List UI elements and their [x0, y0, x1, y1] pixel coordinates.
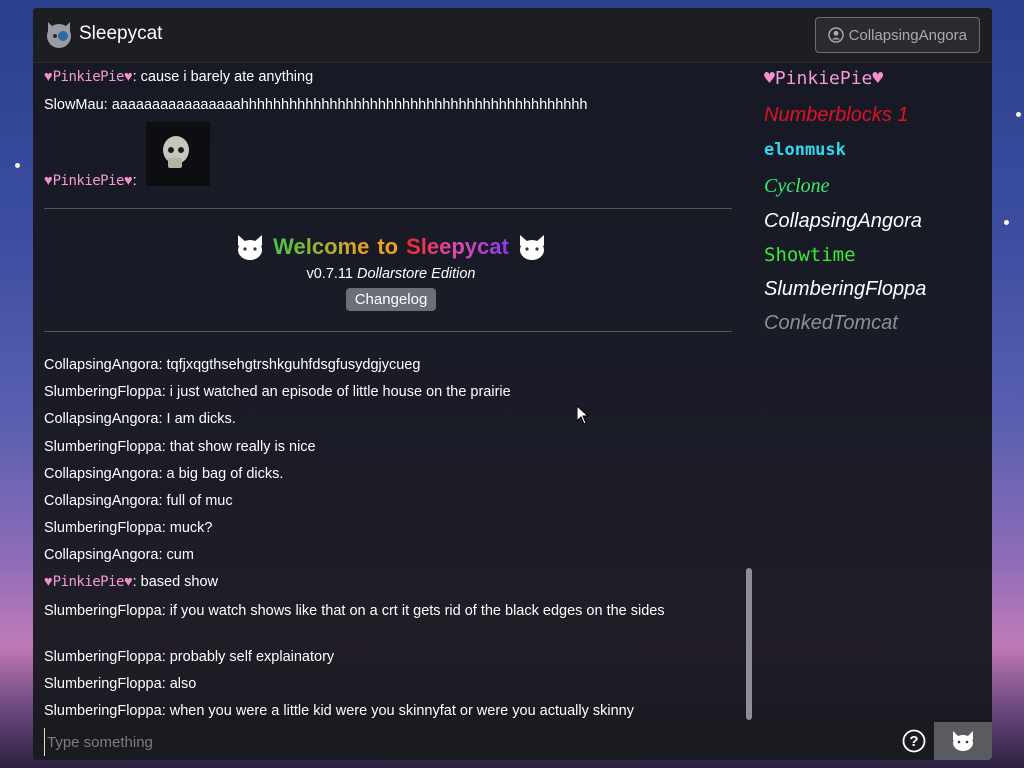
online-user[interactable]: ♥PinkiePie♥: [764, 68, 883, 89]
online-user[interactable]: Cyclone: [764, 175, 830, 198]
online-user[interactable]: Showtime: [764, 244, 856, 266]
online-user[interactable]: ConkedTomcat: [764, 312, 898, 335]
message-text: : a big bag of dicks.: [158, 466, 284, 482]
user-circle-icon: [827, 27, 844, 43]
message-author[interactable]: CollapsingAngora: [44, 357, 158, 373]
welcome-word: Welcome: [273, 234, 370, 259]
message-input-bar: ?: [33, 722, 992, 760]
message-text: : full of muc: [158, 493, 233, 509]
message-text: : based show: [132, 574, 219, 590]
message-text: : aaaaaaaaaaaaaaaahhhhhhhhhhhhhhhhhhhhhh…: [103, 97, 588, 113]
chat-message: SlumberingFloppa: if you watch shows lik…: [44, 602, 704, 621]
star-decoration: [15, 163, 20, 168]
mouse-cursor-icon: [577, 406, 589, 425]
version-number: v0.7.11: [306, 266, 353, 282]
message-author[interactable]: SlumberingFloppa: [44, 384, 162, 400]
star-decoration: [1004, 220, 1009, 225]
message-author[interactable]: SlumberingFloppa: [44, 649, 162, 665]
message-author[interactable]: SlumberingFloppa: [44, 520, 162, 536]
online-user[interactable]: Numberblocks 1: [764, 104, 909, 127]
message-author[interactable]: SlumberingFloppa: [44, 703, 162, 719]
cat-send-icon: [953, 731, 973, 751]
message-author[interactable]: CollapsingAngora: [44, 466, 158, 482]
message-author[interactable]: PinkiePie: [53, 574, 125, 590]
chat-message: CollapsingAngora: I am dicks.: [44, 410, 732, 429]
version-line: v0.7.11 Dollarstore Edition: [44, 266, 732, 282]
divider: [44, 331, 732, 332]
chat-message: SlowMau: aaaaaaaaaaaaaaaahhhhhhhhhhhhhhh…: [44, 96, 732, 115]
chat-message: CollapsingAngora: a big bag of dicks.: [44, 465, 732, 484]
cat-face-icon: [238, 235, 263, 260]
heart-icon: ♥: [123, 69, 133, 85]
cat-logo-icon: [47, 22, 71, 48]
chat-message: SlumberingFloppa: that show really is ni…: [44, 438, 732, 457]
message-author[interactable]: SlumberingFloppa: [44, 676, 162, 692]
account-button[interactable]: CollapsingAngora: [814, 17, 980, 53]
message-text: : cum: [158, 547, 194, 563]
heart-icon: ♥: [872, 68, 884, 89]
message-author[interactable]: SlumberingFloppa: [44, 439, 162, 455]
chat-message: ♥PinkiePie♥: based show: [44, 573, 732, 592]
chat-message: CollapsingAngora: cum: [44, 546, 732, 565]
heart-icon: ♥: [44, 69, 53, 85]
message-text: : tqfjxqgthsehgtrshkguhfdsgfusydgjycueg: [158, 357, 421, 373]
heart-icon: ♥: [123, 173, 133, 189]
account-username: CollapsingAngora: [848, 26, 967, 44]
chat-message: CollapsingAngora: full of muc: [44, 492, 732, 511]
message-author[interactable]: CollapsingAngora: [44, 493, 158, 509]
message-author[interactable]: PinkiePie: [53, 173, 125, 189]
shared-image-skull[interactable]: [146, 122, 210, 186]
app-logo[interactable]: Sleepycat: [43, 18, 162, 50]
divider: [44, 208, 732, 209]
message-text: : muck?: [161, 520, 213, 536]
svg-text:?: ?: [909, 733, 918, 750]
welcome-banner: Welcome to Sleepycat v0.7.11 Dollarstore…: [44, 232, 732, 311]
chat-app-window: Sleepycat CollapsingAngora ♥PinkiePie♥: …: [33, 8, 992, 760]
changelog-button[interactable]: Changelog: [345, 288, 437, 311]
chat-message: SlumberingFloppa: muck?: [44, 519, 732, 538]
online-user[interactable]: SlumberingFloppa: [764, 278, 926, 301]
welcome-word: Sleepycat: [406, 234, 509, 259]
message-text: :: [132, 173, 137, 189]
online-user[interactable]: CollapsingAngora: [764, 210, 922, 233]
welcome-word: to: [377, 234, 399, 259]
version-edition: Dollarstore Edition: [357, 266, 476, 282]
skull-image: [163, 136, 189, 168]
online-user-name: PinkiePie: [774, 68, 873, 89]
star-decoration: [1016, 112, 1021, 117]
chat-log[interactable]: ♥PinkiePie♥: cause i barely ate anything…: [44, 62, 732, 722]
send-button[interactable]: [934, 722, 992, 760]
message-text: : cause i barely ate anything: [132, 69, 314, 85]
message-input[interactable]: [44, 728, 889, 756]
chat-message: ♥PinkiePie♥: cause i barely ate anything: [44, 68, 732, 87]
message-text: : if you watch shows like that on a crt …: [161, 603, 665, 619]
message-author[interactable]: CollapsingAngora: [44, 411, 158, 427]
cat-face-icon: [519, 235, 544, 260]
message-text: : I am dicks.: [158, 411, 236, 427]
chat-scrollbar[interactable]: [746, 568, 752, 720]
chat-message: SlumberingFloppa: i just watched an epis…: [44, 383, 732, 402]
online-user[interactable]: elonmusk: [764, 140, 846, 160]
message-text: : probably self explainatory: [161, 649, 335, 665]
heart-icon: ♥: [44, 173, 53, 189]
question-circle-icon[interactable]: ?: [902, 729, 926, 753]
message-author[interactable]: CollapsingAngora: [44, 547, 158, 563]
message-text: : i just watched an episode of little ho…: [161, 384, 511, 400]
message-text: : when you were a little kid were you sk…: [161, 703, 634, 719]
app-title: Sleepycat: [79, 23, 163, 44]
heart-icon: ♥: [764, 68, 775, 89]
chat-message: SlumberingFloppa: also: [44, 675, 732, 694]
message-text: : that show really is nice: [161, 439, 316, 455]
message-author[interactable]: SlowMau: [44, 97, 104, 113]
chat-message: CollapsingAngora: tqfjxqgthsehgtrshkguhf…: [44, 356, 732, 375]
message-author[interactable]: SlumberingFloppa: [44, 603, 162, 619]
chat-message: SlumberingFloppa: probably self explaina…: [44, 648, 732, 667]
heart-icon: ♥: [44, 574, 53, 590]
chat-message: SlumberingFloppa: when you were a little…: [44, 702, 732, 721]
message-author[interactable]: PinkiePie: [53, 69, 125, 85]
heart-icon: ♥: [123, 574, 133, 590]
app-header: Sleepycat CollapsingAngora: [33, 8, 992, 63]
message-text: : also: [161, 676, 197, 692]
welcome-title: Welcome to Sleepycat: [44, 232, 732, 262]
